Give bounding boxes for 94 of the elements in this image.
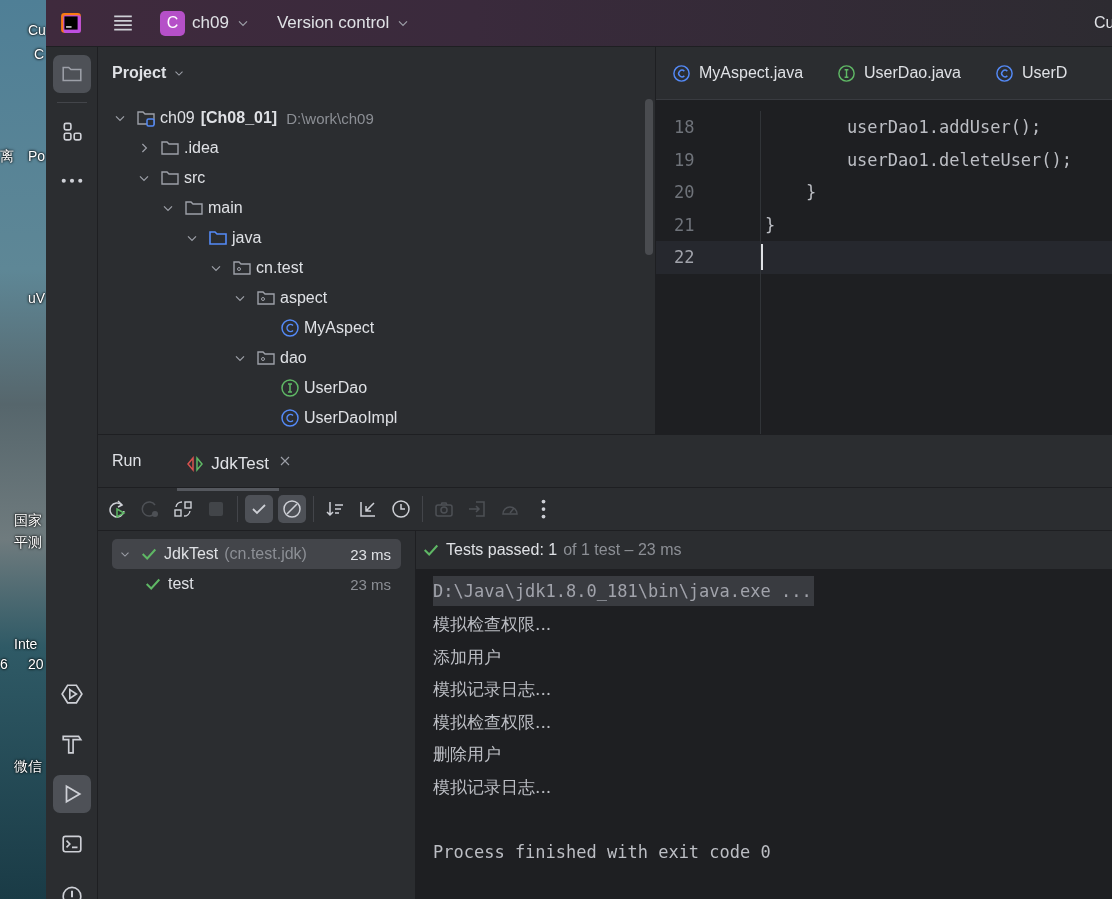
tree-item[interactable]: ch09 [Ch08_01] D:\work\ch09 — [98, 103, 655, 133]
folder-icon — [160, 168, 180, 188]
line-number: 20 — [673, 181, 696, 204]
arrow-collapse-icon — [358, 499, 378, 519]
folder-icon — [208, 228, 228, 248]
module-folder-icon — [136, 108, 156, 128]
tree-item[interactable]: UserDao — [98, 373, 655, 403]
desktop-icon-label[interactable]: 微信 — [14, 758, 42, 776]
camera-icon — [434, 499, 454, 519]
folder-icon — [160, 138, 180, 158]
export-icon — [467, 499, 487, 519]
line-number: 19 — [673, 148, 696, 172]
desktop-icon-label[interactable]: uV — [28, 290, 46, 306]
code-line: } — [765, 213, 776, 237]
line-number: 21 — [673, 213, 696, 237]
console-output-line: 模拟记录日志... — [433, 775, 552, 799]
class-c-icon — [995, 63, 1014, 83]
test-duration: 23 ms — [350, 545, 391, 563]
editor-tab[interactable]: UserDao.java — [835, 59, 963, 87]
rerun-icon — [107, 499, 127, 519]
rerun-failed-icon — [140, 499, 160, 519]
desktop-icon-label[interactable]: Cu — [28, 22, 46, 38]
class-c-icon — [672, 63, 691, 83]
version-control-menu[interactable]: Version control — [272, 9, 394, 37]
desktop-icon-label[interactable]: Po — [28, 148, 46, 164]
line-number: 22 — [656, 241, 760, 274]
editor-tab[interactable]: MyAspect.java — [670, 59, 806, 87]
desktop-icon-label[interactable]: 离 — [0, 148, 14, 166]
terminal-icon — [60, 833, 83, 855]
tree-item[interactable]: java — [98, 223, 655, 253]
test-tree-item[interactable]: JdkTest (cn.test.jdk) 23 ms — [112, 539, 401, 569]
tree-item[interactable]: dao — [98, 343, 655, 373]
tree-item[interactable]: main — [98, 193, 655, 223]
test-duration: 23 ms — [350, 575, 391, 593]
sort-icon — [325, 499, 345, 519]
squares-icon — [60, 120, 83, 142]
test-package: (cn.test.jdk) — [224, 545, 307, 563]
clock-icon — [391, 499, 411, 519]
stop-icon — [206, 499, 226, 519]
package-folder-icon — [232, 258, 252, 278]
more-icon — [60, 178, 83, 184]
run-tab[interactable]: JdkTest — [177, 439, 279, 491]
run-config-icon — [185, 453, 206, 474]
toolbar-button[interactable] — [278, 495, 306, 523]
test-status: Tests passed: 1 — [446, 541, 558, 559]
panel-title: Run — [112, 452, 142, 470]
console-output-line: 添加用户 — [433, 645, 501, 669]
project-switcher[interactable]: C ch09 — [156, 6, 233, 40]
line-number: 18 — [673, 116, 696, 139]
app-logo-icon — [60, 12, 82, 34]
desktop-icon-label[interactable]: 平测 — [14, 534, 42, 552]
project-view-dropdown[interactable]: Project — [108, 60, 171, 86]
tree-item[interactable]: .idea — [98, 133, 655, 163]
interface-i-icon — [837, 63, 857, 83]
folder-icon — [184, 198, 204, 218]
desktop-icon-label[interactable]: 20 — [28, 656, 44, 672]
console-output-line: 模拟检查权限... — [433, 710, 552, 734]
desktop-icon-label[interactable]: 6 — [0, 656, 8, 672]
hexagon-play-icon — [60, 683, 83, 705]
package-folder-icon — [256, 348, 276, 368]
interface-i-icon — [280, 378, 300, 398]
module-qualifier: [Ch08_01] — [200, 109, 278, 127]
desktop-icon-label[interactable]: Inte — [14, 636, 38, 652]
console-output-line: 删除用户 — [433, 743, 501, 766]
tree-item[interactable]: MyAspect — [98, 313, 655, 343]
code-line: userDao1.deleteUser(); — [845, 148, 1073, 172]
more-icon — [540, 499, 546, 519]
project-badge: C — [160, 10, 185, 36]
editor-tab[interactable]: UserD — [993, 59, 1070, 87]
code-line: } — [804, 181, 817, 204]
tree-item[interactable]: aspect — [98, 283, 655, 313]
test-status-detail: of 1 test – 23 ms — [563, 541, 682, 559]
hammer-icon — [60, 733, 83, 755]
desktop-icon-label[interactable]: 国家 — [14, 512, 42, 530]
package-folder-icon — [256, 288, 276, 308]
text-cursor — [761, 244, 763, 271]
test-tree-item[interactable]: test 23 ms — [112, 569, 401, 599]
tool-window-button[interactable] — [52, 55, 91, 93]
desktop-icon-label[interactable]: C — [34, 46, 45, 62]
module-path: D:\work\ch09 — [286, 109, 374, 127]
tree-item[interactable]: src — [98, 163, 655, 193]
code-line: userDao1.addUser(); — [845, 116, 1042, 139]
toolbar-button[interactable] — [245, 495, 273, 523]
prohibited-icon — [282, 499, 302, 519]
scrollbar[interactable] — [645, 99, 653, 255]
tool-window-button[interactable] — [52, 775, 91, 813]
tree-item[interactable]: UserDaoImpl — [98, 403, 655, 433]
tree-item[interactable]: cn.test — [98, 253, 655, 283]
class-c-icon — [280, 318, 300, 338]
class-c-icon — [280, 408, 300, 428]
arrows-squares-icon — [173, 499, 193, 519]
console-output-line: 模拟检查权限... — [433, 613, 552, 636]
console-output-line: Process finished with exit code 0 — [433, 840, 771, 864]
console-output-line: 模拟记录日志... — [433, 678, 552, 701]
